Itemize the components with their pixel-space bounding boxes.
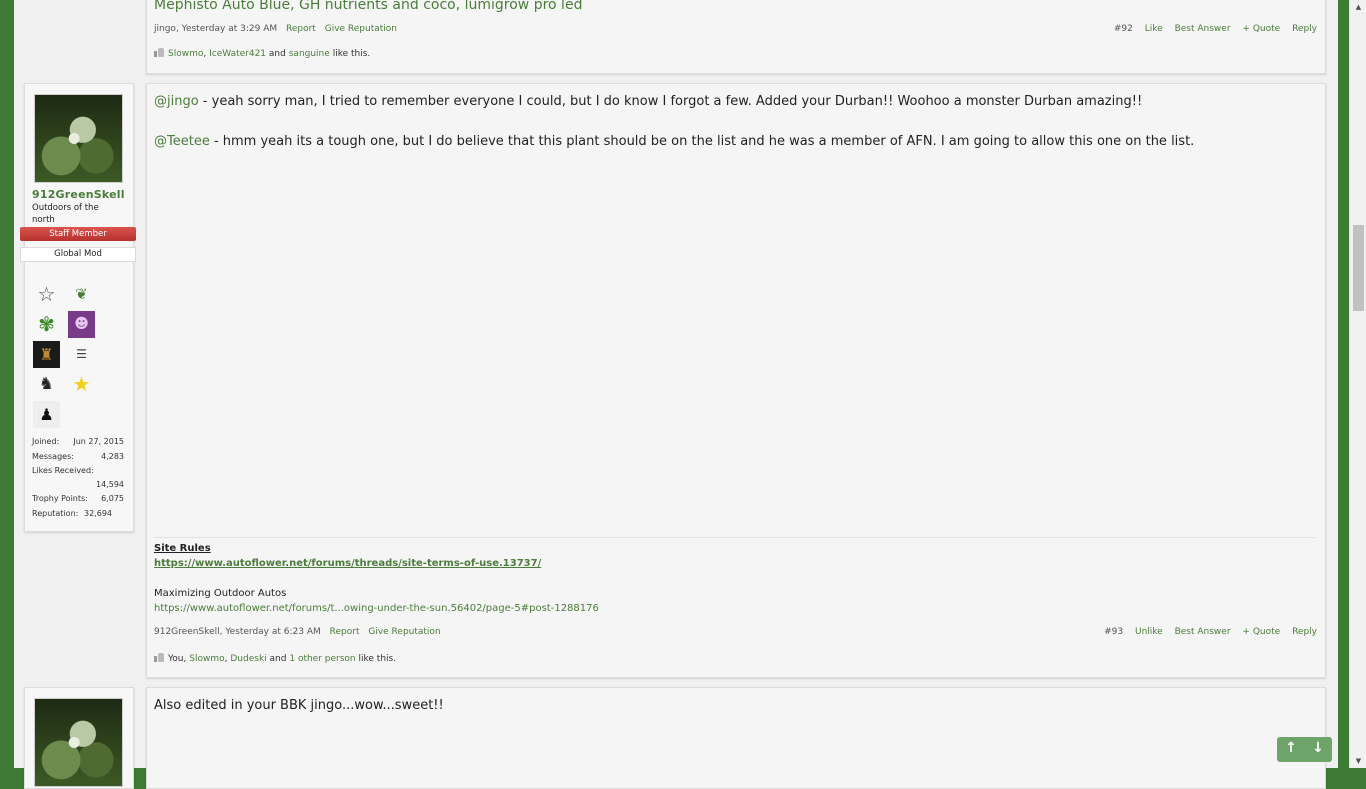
report-link[interactable]: Report bbox=[330, 627, 360, 637]
star-filled-icon[interactable]: ★ bbox=[68, 371, 95, 398]
best-answer-button[interactable]: Best Answer bbox=[1175, 24, 1231, 34]
staff-member-badge: Staff Member bbox=[20, 227, 136, 241]
message-text: - yeah sorry man, I tried to remember ev… bbox=[198, 94, 1143, 109]
liker-separator: , bbox=[203, 49, 207, 59]
reputation-value: 32,694 bbox=[84, 508, 112, 518]
post-92-actions: #92 Like Best Answer + Quote Reply bbox=[1105, 24, 1317, 34]
purple-creature-icon[interactable]: ☻ bbox=[68, 311, 95, 338]
scroll-down-arrow-icon[interactable]: ▼ bbox=[1350, 754, 1366, 768]
likes-and: and bbox=[268, 49, 286, 59]
reply-button[interactable]: Reply bbox=[1292, 24, 1317, 34]
likes-summary: You, Slowmo, Dudeski and 1 other person … bbox=[154, 653, 396, 664]
likes-tail: like this. bbox=[332, 49, 371, 59]
likes-summary: Slowmo, IceWater421 and sanguine like th… bbox=[154, 48, 370, 59]
mention-link[interactable]: @Teetee bbox=[154, 134, 210, 149]
post-number[interactable]: #93 bbox=[1104, 627, 1123, 637]
username[interactable]: 912GreenSkell bbox=[32, 188, 125, 201]
scroll-up-arrow-icon[interactable]: ▲ bbox=[1350, 0, 1366, 14]
post-author-link[interactable]: 912GreenSkell bbox=[154, 627, 220, 637]
user-info-panel bbox=[24, 687, 134, 789]
leaf-logo-icon[interactable]: ❦ bbox=[68, 281, 95, 308]
trophy-points-label: Trophy Points: bbox=[32, 494, 88, 503]
liker-separator: , bbox=[224, 654, 228, 664]
messages-label: Messages: bbox=[32, 451, 74, 461]
liker-separator: , bbox=[183, 654, 187, 664]
user-title: Outdoors of the north bbox=[32, 203, 99, 225]
best-answer-button[interactable]: Best Answer bbox=[1175, 627, 1231, 637]
post-number[interactable]: #92 bbox=[1114, 24, 1133, 34]
report-link[interactable]: Report bbox=[286, 24, 316, 34]
post-93-actions: #93 Unlike Best Answer + Quote Reply bbox=[1095, 627, 1317, 637]
liker-link[interactable]: Dudeski bbox=[230, 654, 266, 664]
reply-button[interactable]: Reply bbox=[1292, 627, 1317, 637]
role-badge: Global Mod bbox=[20, 247, 136, 262]
avatar[interactable] bbox=[34, 94, 123, 183]
post-author-link[interactable]: jingo bbox=[154, 24, 176, 34]
star-outline-icon[interactable]: ☆ bbox=[33, 281, 60, 308]
signature-outdoor-title: Maximizing Outdoor Autos bbox=[154, 588, 287, 599]
post-92: Mephisto Auto Blue, GH nutrients and coc… bbox=[146, 0, 1326, 74]
scroll-nav-buttons: ↑ ↓ bbox=[1277, 737, 1332, 762]
trophy-points-value[interactable]: 6,075 bbox=[101, 494, 124, 503]
joined-value: Jun 27, 2015 bbox=[73, 437, 124, 446]
likes-tail: like this. bbox=[358, 654, 397, 664]
reputation-label: Reputation: bbox=[32, 508, 79, 518]
give-reputation-link[interactable]: Give Reputation bbox=[325, 24, 397, 34]
likes-received-label: Likes Received: bbox=[32, 466, 94, 475]
signature-divider bbox=[154, 537, 1316, 538]
scroll-to-bottom-button[interactable]: ↓ bbox=[1305, 740, 1331, 756]
character-icon[interactable]: ♞ bbox=[33, 371, 60, 398]
message-line-1: @jingo - yeah sorry man, I tried to reme… bbox=[154, 94, 1142, 109]
user-info-panel: 912GreenSkell Outdoors of the north Staf… bbox=[20, 83, 136, 532]
signature-rules-title: Site Rules bbox=[154, 543, 211, 554]
likes-and: and bbox=[269, 654, 287, 664]
emblem-icon[interactable]: ☰ bbox=[68, 341, 95, 368]
quote-button[interactable]: + Quote bbox=[1242, 24, 1280, 34]
message-text: - hmm yeah its a tough one, but I do bel… bbox=[209, 134, 1195, 149]
post-92-meta: jingo, Yesterday at 3:29 AM Report Give … bbox=[154, 24, 398, 34]
helmet-icon[interactable]: ♜ bbox=[33, 341, 60, 368]
avatar[interactable] bbox=[34, 698, 123, 787]
portrait-icon[interactable]: ♟ bbox=[33, 401, 60, 428]
thumbs-up-icon bbox=[154, 48, 164, 57]
post-time[interactable]: Yesterday at 3:29 AM bbox=[182, 24, 277, 34]
post-time[interactable]: Yesterday at 6:23 AM bbox=[225, 627, 320, 637]
liker-link[interactable]: IceWater421 bbox=[209, 49, 266, 59]
other-likers-link[interactable]: 1 other person bbox=[289, 654, 355, 664]
post-93: @jingo - yeah sorry man, I tried to reme… bbox=[146, 83, 1326, 678]
vertical-scrollbar[interactable]: ▲ ▼ bbox=[1349, 0, 1366, 768]
post-93-meta: 912GreenSkell, Yesterday at 6:23 AM Repo… bbox=[154, 627, 441, 637]
unlike-button[interactable]: Unlike bbox=[1135, 627, 1163, 637]
message-line-1: Also edited in your BBK jingo...wow...sw… bbox=[154, 698, 444, 713]
cannabis-leaf-icon[interactable]: ✾ bbox=[33, 311, 60, 338]
liker-link[interactable]: Slowmo bbox=[189, 654, 224, 664]
post-94: Also edited in your BBK jingo...wow...sw… bbox=[146, 687, 1326, 789]
scrollbar-thumb[interactable] bbox=[1353, 225, 1364, 311]
liker-link[interactable]: Slowmo bbox=[168, 49, 203, 59]
mention-link[interactable]: @jingo bbox=[154, 94, 199, 109]
liker-link[interactable]: sanguine bbox=[289, 49, 330, 59]
thumbs-up-icon bbox=[154, 653, 164, 662]
message-line-2: @Teetee - hmm yeah its a tough one, but … bbox=[154, 134, 1194, 149]
liker-you: You bbox=[168, 654, 184, 664]
scroll-to-top-button[interactable]: ↑ bbox=[1278, 740, 1304, 756]
like-button[interactable]: Like bbox=[1145, 24, 1163, 34]
post-92-title: Mephisto Auto Blue, GH nutrients and coc… bbox=[154, 0, 583, 13]
signature-outdoor-link[interactable]: https://www.autoflower.net/forums/t...ow… bbox=[154, 603, 599, 614]
quote-button[interactable]: + Quote bbox=[1242, 627, 1280, 637]
give-reputation-link[interactable]: Give Reputation bbox=[368, 627, 440, 637]
signature-rules-link[interactable]: https://www.autoflower.net/forums/thread… bbox=[154, 558, 541, 569]
user-stats: Joined: Jun 27, 2015 Messages: 4,283 Likes… bbox=[32, 437, 124, 523]
joined-label: Joined: bbox=[32, 437, 60, 446]
likes-received-value: 14,594 bbox=[96, 479, 124, 489]
messages-value[interactable]: 4,283 bbox=[101, 452, 124, 461]
